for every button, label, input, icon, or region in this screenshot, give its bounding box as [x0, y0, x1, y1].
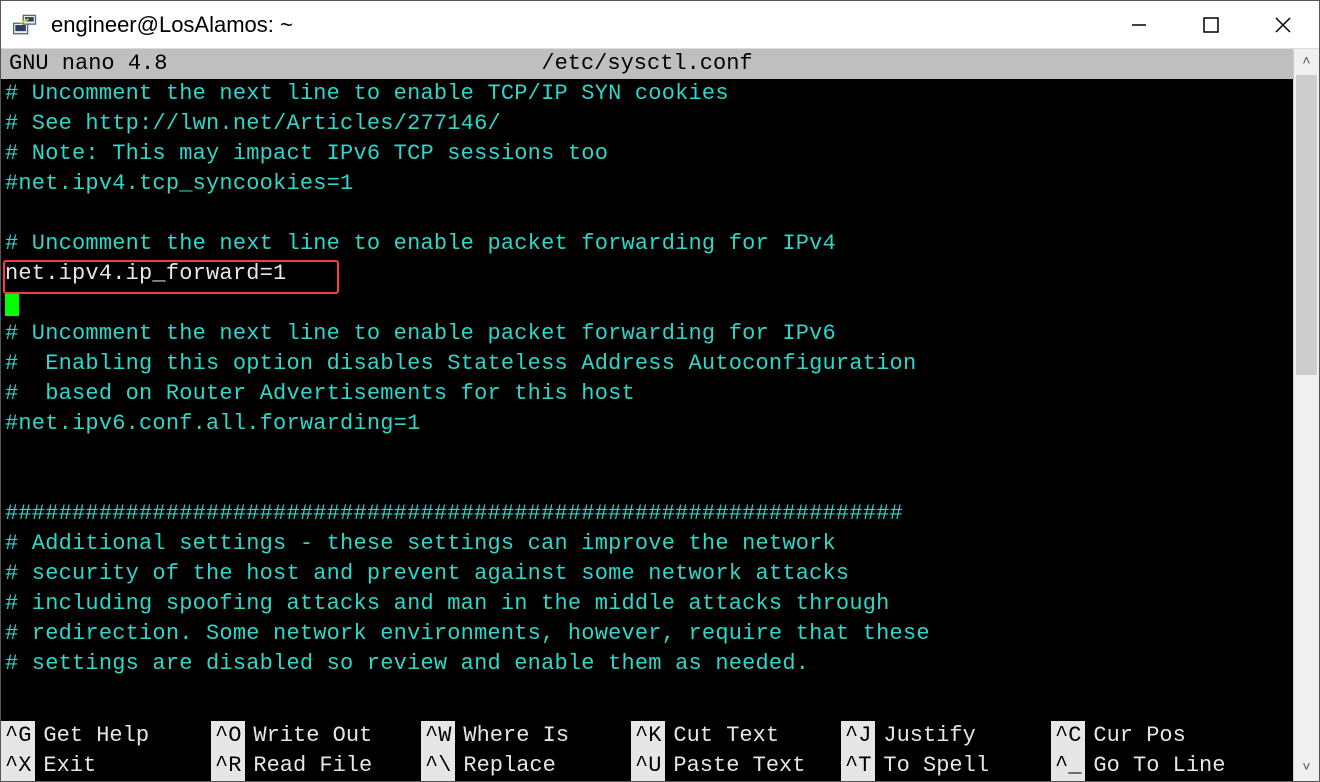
nano-shortcut[interactable]: ^T To Spell	[841, 751, 1051, 781]
nano-shortcut[interactable]: ^G Get Help	[1, 721, 211, 751]
file-line: # Additional settings - these settings c…	[1, 529, 1293, 559]
shortcut-label: Paste Text	[673, 751, 805, 781]
client-area: GNU nano 4.8 /etc/sysctl.conf # Uncommen…	[1, 49, 1319, 781]
shortcut-label: To Spell	[883, 751, 989, 781]
shortcut-label: Where Is	[463, 721, 569, 751]
shortcut-label: Read File	[253, 751, 372, 781]
titlebar[interactable]: engineer@LosAlamos: ~	[1, 1, 1319, 49]
close-button[interactable]	[1247, 1, 1319, 48]
nano-shortcut[interactable]: ^U Paste Text	[631, 751, 841, 781]
file-line-blank	[1, 469, 1293, 499]
nano-shortcut[interactable]: ^C Cur Pos	[1051, 721, 1261, 751]
nano-shortcut[interactable]: ^X Exit	[1, 751, 211, 781]
scroll-up-button[interactable]: ˄	[1294, 49, 1319, 75]
nano-shortcut[interactable]: ^K Cut Text	[631, 721, 841, 751]
shortcut-label: Replace	[463, 751, 555, 781]
nano-shortcut[interactable]: ^O Write Out	[211, 721, 421, 751]
terminal[interactable]: GNU nano 4.8 /etc/sysctl.conf # Uncommen…	[1, 49, 1293, 781]
file-line: # Uncomment the next line to enable TCP/…	[1, 79, 1293, 109]
nano-shortcut-bar: ^G Get Help ^O Write Out ^W Where Is ^K Cut Tex…	[1, 721, 1293, 781]
scroll-down-button[interactable]: ˅	[1294, 755, 1319, 781]
nano-shortcut[interactable]: ^J Justify	[841, 721, 1051, 751]
file-line-blank	[1, 439, 1293, 469]
shortcut-key: ^R	[211, 751, 245, 781]
window-title: engineer@LosAlamos: ~	[51, 12, 1103, 38]
shortcut-key: ^W	[421, 721, 455, 751]
file-line-ipforward: net.ipv4.ip_forward=1	[1, 259, 1293, 289]
putty-window: engineer@LosAlamos: ~ GNU nano 4.8 /etc/…	[0, 0, 1320, 782]
file-line: # including spoofing attacks and man in …	[1, 589, 1293, 619]
shortcut-key: ^\	[421, 751, 455, 781]
scroll-thumb[interactable]	[1296, 75, 1317, 375]
file-line-blank	[1, 199, 1293, 229]
cursor-line	[1, 289, 1293, 319]
shortcut-key: ^X	[1, 751, 35, 781]
shortcut-label: Cur Pos	[1093, 721, 1185, 751]
nano-shortcut[interactable]: ^\ Replace	[421, 751, 631, 781]
nano-filename: /etc/sysctl.conf	[1, 49, 1293, 79]
file-line: #net.ipv6.conf.all.forwarding=1	[1, 409, 1293, 439]
putty-icon	[11, 11, 39, 39]
nano-shortcut[interactable]: ^R Read File	[211, 751, 421, 781]
shortcut-key: ^J	[841, 721, 875, 751]
file-line: # Uncomment the next line to enable pack…	[1, 229, 1293, 259]
shortcut-label: Cut Text	[673, 721, 779, 751]
shortcut-label: Justify	[883, 721, 975, 751]
file-line: # settings are disabled so review and en…	[1, 649, 1293, 679]
window-controls	[1103, 1, 1319, 48]
vertical-scrollbar[interactable]: ˄ ˅	[1293, 49, 1319, 781]
cursor-icon	[5, 292, 19, 316]
file-line: # Enabling this option disables Stateles…	[1, 349, 1293, 379]
shortcut-label: Write Out	[253, 721, 372, 751]
shortcut-label: Exit	[43, 751, 96, 781]
file-line: #net.ipv4.tcp_syncookies=1	[1, 169, 1293, 199]
nano-shortcut[interactable]: ^_ Go To Line	[1051, 751, 1261, 781]
nano-header: GNU nano 4.8 /etc/sysctl.conf	[1, 49, 1293, 79]
maximize-button[interactable]	[1175, 1, 1247, 48]
file-line: ########################################…	[1, 499, 1293, 529]
file-line: # based on Router Advertisements for thi…	[1, 379, 1293, 409]
file-line: # See http://lwn.net/Articles/277146/	[1, 109, 1293, 139]
file-line: # Note: This may impact IPv6 TCP session…	[1, 139, 1293, 169]
shortcut-key: ^T	[841, 751, 875, 781]
shortcut-key: ^O	[211, 721, 245, 751]
file-line: # redirection. Some network environments…	[1, 619, 1293, 649]
file-line: # Uncomment the next line to enable pack…	[1, 319, 1293, 349]
shortcut-key: ^G	[1, 721, 35, 751]
minimize-button[interactable]	[1103, 1, 1175, 48]
shortcut-key: ^_	[1051, 751, 1085, 781]
shortcut-key: ^K	[631, 721, 665, 751]
shortcut-key: ^U	[631, 751, 665, 781]
shortcut-label: Get Help	[43, 721, 149, 751]
file-line: # security of the host and prevent again…	[1, 559, 1293, 589]
nano-shortcut[interactable]: ^W Where Is	[421, 721, 631, 751]
shortcut-key: ^C	[1051, 721, 1085, 751]
shortcut-label: Go To Line	[1093, 751, 1225, 781]
